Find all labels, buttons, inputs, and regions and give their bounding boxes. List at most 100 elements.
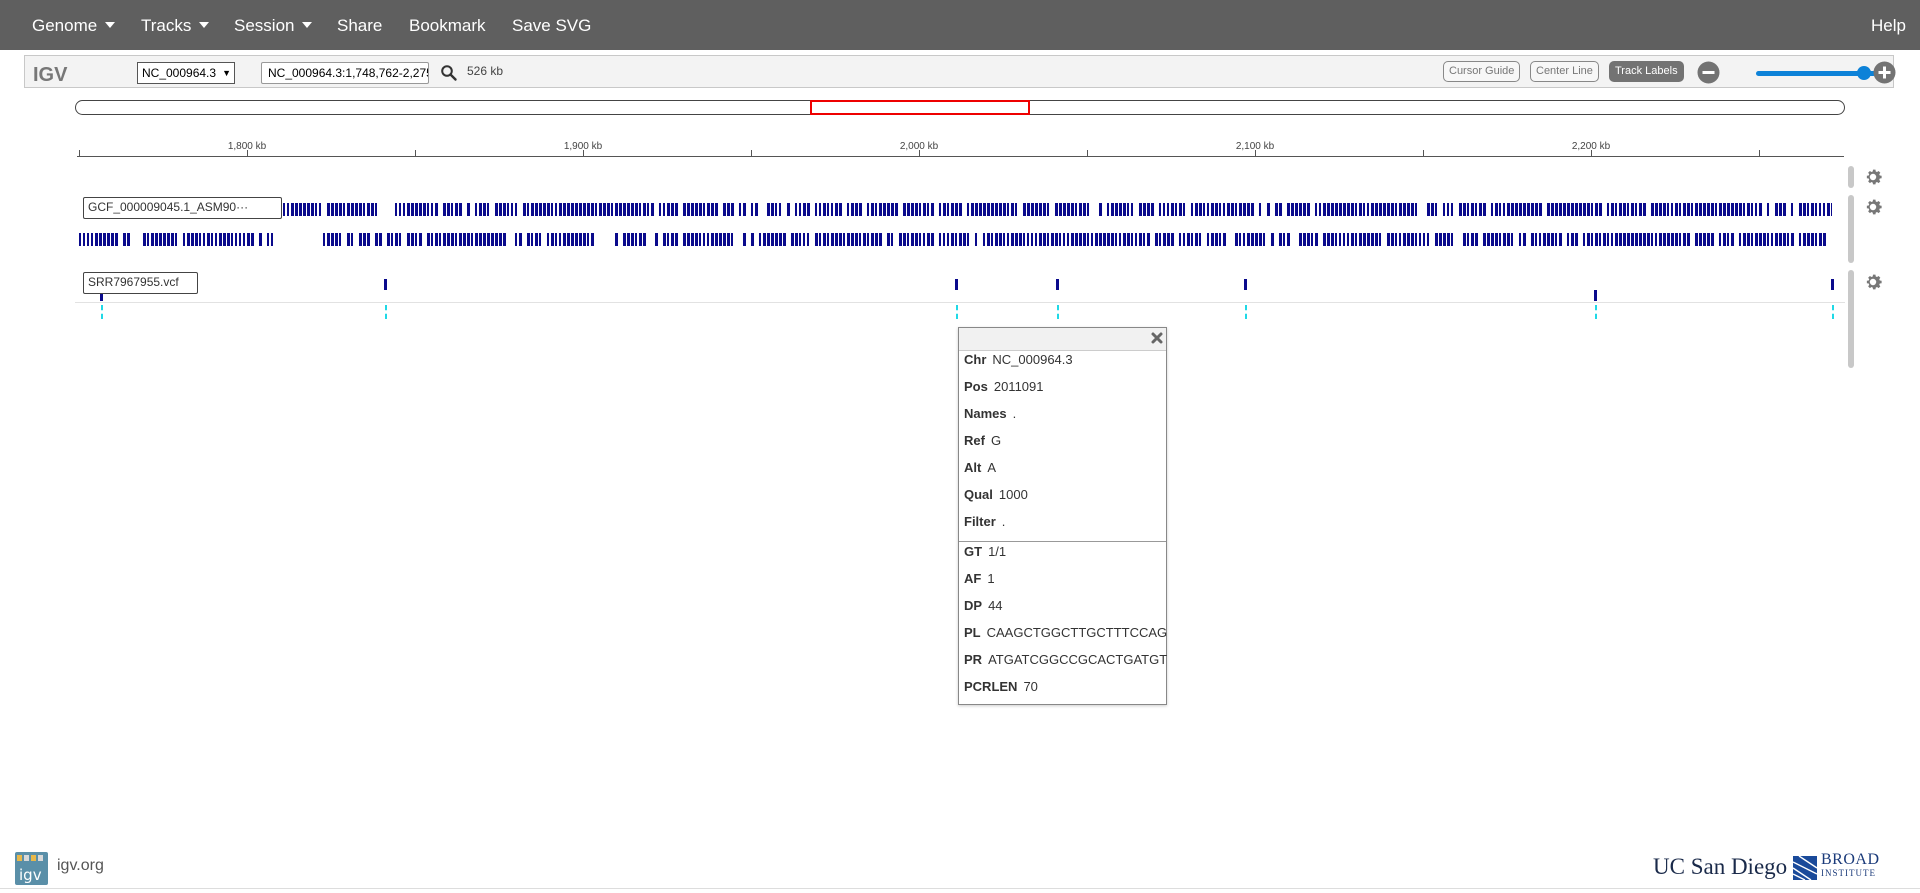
help-link[interactable]: Help bbox=[1871, 15, 1906, 37]
chevron-down-icon: ▼ bbox=[222, 68, 231, 78]
session-menu-label: Session bbox=[234, 16, 295, 35]
gear-icon[interactable] bbox=[1862, 166, 1884, 188]
popup-key: Ref bbox=[964, 433, 985, 448]
popup-value: A bbox=[987, 460, 997, 475]
popup-value: 70 bbox=[1023, 679, 1038, 694]
ruler-tick bbox=[1591, 150, 1592, 157]
broad-line-2: INSTITUTE bbox=[1821, 868, 1876, 878]
popup-row: AF 1 bbox=[964, 571, 995, 586]
popup-row: Filter. bbox=[964, 514, 1005, 529]
ruler-tick bbox=[1759, 150, 1760, 157]
chevron-down-icon bbox=[199, 22, 210, 28]
vcf-scrollbar[interactable] bbox=[1848, 270, 1854, 368]
genotype-marker[interactable] bbox=[1245, 305, 1247, 319]
variant-marker[interactable] bbox=[955, 279, 958, 290]
zoom-in-icon[interactable] bbox=[1873, 61, 1896, 84]
ruler-tick bbox=[919, 150, 920, 157]
genome-menu-label: Genome bbox=[32, 16, 98, 35]
popup-key: Filter bbox=[964, 514, 996, 529]
ruler-tick bbox=[247, 150, 248, 157]
ruler-tick bbox=[415, 150, 416, 157]
popup-value: NC_000964.3 bbox=[992, 352, 1073, 367]
broad-line-1: BROAD bbox=[1821, 851, 1880, 868]
genotype-marker[interactable] bbox=[1595, 305, 1597, 319]
session-menu[interactable]: Session bbox=[234, 15, 313, 37]
popup-value: 1000 bbox=[998, 487, 1028, 502]
genotype-marker[interactable] bbox=[1057, 305, 1059, 319]
center-line-button[interactable]: Center Line bbox=[1530, 61, 1599, 82]
ruler-tick bbox=[751, 150, 752, 157]
bookmark-link[interactable]: Bookmark bbox=[409, 15, 486, 37]
chromosome-value: NC_000964.3 bbox=[142, 66, 217, 80]
variant-marker[interactable] bbox=[1244, 279, 1247, 290]
gear-icon[interactable] bbox=[1862, 271, 1884, 293]
locus-input[interactable]: NC_000964.3:1,748,762-2,275,118 bbox=[261, 62, 429, 84]
ucsd-logo[interactable]: UC San Diego bbox=[1653, 854, 1787, 880]
ruler-scrollbar[interactable] bbox=[1848, 166, 1854, 188]
popup-key: DP bbox=[964, 598, 983, 613]
annotation-scrollbar[interactable] bbox=[1848, 195, 1854, 263]
popup-key: AF bbox=[964, 571, 982, 586]
popup-key: Names bbox=[964, 406, 1007, 421]
popup-value: 2011091 bbox=[993, 379, 1044, 394]
popup-value: 1/1 bbox=[988, 544, 1007, 559]
tracks-menu[interactable]: Tracks bbox=[141, 15, 210, 37]
chevron-down-icon bbox=[302, 22, 313, 28]
popup-row: Ref G bbox=[964, 433, 1001, 448]
genotype-marker[interactable] bbox=[101, 305, 103, 319]
chromosome-select[interactable]: NC_000964.3 ▼ bbox=[137, 62, 235, 84]
genotype-marker[interactable] bbox=[1832, 305, 1834, 319]
variant-marker[interactable] bbox=[384, 279, 387, 290]
popup-key: PL bbox=[964, 625, 981, 640]
ruler-tick bbox=[1087, 150, 1088, 157]
popup-key: GT bbox=[964, 544, 983, 559]
popup-key: Chr bbox=[964, 352, 987, 367]
broad-logo-text[interactable]: BROAD INSTITUTE bbox=[1821, 851, 1880, 879]
popup-value: . bbox=[1012, 406, 1017, 421]
popup-row: PL CAAGCTGGCTTGCTTTCCAG bbox=[964, 625, 1167, 640]
annotation-feature-row[interactable] bbox=[75, 233, 1832, 246]
close-icon[interactable] bbox=[1150, 331, 1164, 345]
window-size: 526 kb bbox=[467, 64, 504, 78]
genotype-marker[interactable] bbox=[956, 305, 958, 319]
igv-logo: IGV bbox=[33, 64, 68, 86]
track-divider bbox=[75, 302, 1845, 303]
variant-marker[interactable] bbox=[1056, 279, 1059, 290]
genome-menu[interactable]: Genome bbox=[32, 15, 116, 37]
popup-row: Qual 1000 bbox=[964, 487, 1028, 502]
track-labels-button[interactable]: Track Labels bbox=[1609, 61, 1684, 82]
popup-header[interactable] bbox=[959, 328, 1166, 351]
save-svg-link[interactable]: Save SVG bbox=[512, 15, 591, 37]
variant-marker[interactable] bbox=[1594, 290, 1597, 301]
zoom-out-icon[interactable] bbox=[1697, 61, 1720, 84]
current-region-box bbox=[810, 100, 1030, 115]
popup-key: PR bbox=[964, 652, 983, 667]
broad-logo-icon[interactable] bbox=[1793, 856, 1817, 880]
genotype-marker[interactable] bbox=[385, 305, 387, 319]
top-navbar: Genome Tracks Session Share Bookmark Sav… bbox=[0, 0, 1920, 50]
popup-row: Alt A bbox=[964, 460, 996, 475]
igv-logo-icon[interactable]: igv bbox=[15, 852, 48, 885]
search-icon[interactable] bbox=[440, 64, 458, 82]
share-link[interactable]: Share bbox=[337, 15, 382, 37]
popup-divider bbox=[959, 541, 1166, 542]
popup-row: Chr NC_000964.3 bbox=[964, 352, 1073, 367]
chevron-down-icon bbox=[105, 22, 116, 28]
popup-row: GT 1/1 bbox=[964, 544, 1006, 559]
svg-text:igv: igv bbox=[19, 866, 42, 884]
gear-icon[interactable] bbox=[1862, 196, 1884, 218]
igv-control-bar: IGV NC_000964.3 ▼ NC_000964.3:1,748,762-… bbox=[24, 55, 1896, 88]
variant-marker[interactable] bbox=[1831, 279, 1834, 290]
annotation-feature-row[interactable] bbox=[75, 203, 1832, 216]
cursor-guide-button[interactable]: Cursor Guide bbox=[1443, 61, 1521, 82]
zoom-slider-handle[interactable] bbox=[1857, 66, 1871, 80]
annotation-track-label[interactable]: GCF_000009045.1_ASM90··· bbox=[83, 197, 282, 219]
vcf-track-label[interactable]: SRR7967955.vcf bbox=[83, 272, 198, 294]
popup-value: 1 bbox=[987, 571, 995, 586]
popup-key: Qual bbox=[964, 487, 993, 502]
footer-divider bbox=[0, 888, 1920, 889]
popup-key: PCRLEN bbox=[964, 679, 1018, 694]
igv-org-link[interactable]: igv.org bbox=[57, 857, 104, 875]
popup-row: PR ATGATCGGCCGCACTGATGT bbox=[964, 652, 1167, 667]
tracks-menu-label: Tracks bbox=[141, 16, 192, 35]
